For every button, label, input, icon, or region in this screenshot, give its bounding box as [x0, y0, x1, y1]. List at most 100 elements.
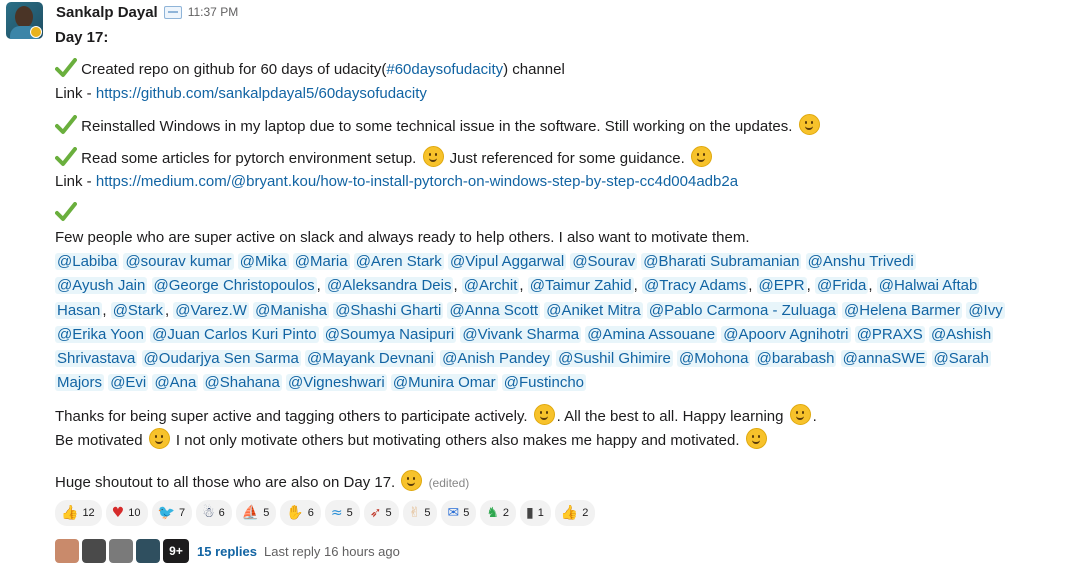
more-repliers-badge[interactable]: 9+ [163, 539, 189, 563]
message-timestamp[interactable]: 11:37 PM [188, 5, 238, 19]
link-label: Link - [55, 85, 96, 102]
user-mention[interactable]: @Soumya Nasipuri [322, 325, 457, 343]
comma-separator: , [102, 301, 107, 319]
user-mention[interactable]: @Vivank Sharma [460, 325, 582, 343]
user-mention[interactable]: @Fustincho [501, 374, 587, 392]
motivated-line: Be motivated I not only motivate others … [55, 427, 1070, 452]
user-mention[interactable]: @Evi [108, 374, 149, 392]
user-mention[interactable]: @Helena Barmer [842, 301, 963, 319]
user-mention[interactable]: @Amina Assouane [585, 325, 718, 343]
user-mention[interactable]: @Mayank Devnani [305, 350, 436, 368]
user-mention[interactable]: @Aleksandra Deis [325, 277, 454, 295]
user-mention[interactable]: @Pablo Carmona - Zuluaga [646, 301, 838, 319]
user-mention[interactable]: @Stark [110, 301, 165, 319]
user-mention[interactable]: @Varez.W [173, 301, 249, 319]
user-mention[interactable]: @Munira Omar [390, 374, 498, 392]
reaction-pill[interactable]: 👍 2 [554, 500, 596, 526]
author-avatar[interactable] [6, 2, 43, 39]
mention-line: @Erika Yoon @Juan Carlos Kuri Pinto @Sou… [55, 323, 1070, 347]
user-mention[interactable]: Hasan [55, 301, 103, 319]
user-mention[interactable]: Majors [55, 374, 105, 392]
user-mention[interactable]: @Vipul Aggarwal [447, 253, 567, 270]
status-emoji-icon[interactable] [163, 5, 182, 19]
dancing-figure-icon: ☃ [202, 505, 215, 521]
replier-avatar[interactable] [82, 539, 106, 563]
user-mention[interactable]: @Mohona [677, 350, 751, 368]
comma-separator: , [748, 277, 753, 295]
replier-avatar[interactable] [136, 539, 160, 563]
github-link[interactable]: https://github.com/sankalpdayal5/60dayso… [96, 85, 427, 102]
user-mention[interactable]: @Tracy Adams [642, 277, 749, 295]
mention-line: Hasan, @Stark, @Varez.W @Manisha @Shashi… [55, 299, 1070, 323]
user-mention[interactable]: @Oudarjya Sen Sarma [141, 350, 301, 368]
user-mention[interactable]: @Manisha [253, 301, 330, 319]
item-2: Reinstalled Windows in my laptop due to … [55, 114, 1070, 138]
user-mention[interactable]: @Sourav [570, 253, 638, 270]
user-mention[interactable]: @Bharati Subramanian [641, 253, 802, 270]
reaction-pill[interactable]: 🐦 7 [151, 500, 193, 526]
user-mention[interactable]: Shrivastava [55, 350, 138, 368]
reaction-pill[interactable]: ♞ 2 [480, 500, 516, 526]
reaction-pill[interactable]: ▮ 1 [520, 500, 551, 526]
user-mention[interactable]: @sourav kumar [123, 253, 234, 270]
user-mention[interactable]: @Shahana [202, 374, 282, 392]
user-mention[interactable]: @Ana [152, 374, 199, 392]
user-mention[interactable]: @EPR [756, 277, 807, 295]
replies-count-link[interactable]: 15 replies [197, 544, 257, 559]
reaction-pill[interactable]: ✉ 5 [441, 500, 477, 526]
reaction-pill[interactable]: ☃ 6 [196, 500, 232, 526]
message: Sankalp Dayal 11:37 PM Day 17: Created r… [0, 0, 1078, 574]
replier-avatar[interactable] [109, 539, 133, 563]
user-mention[interactable]: @Ayush Jain [55, 277, 148, 295]
user-mention[interactable]: @Sushil Ghimire [556, 350, 673, 368]
user-mention[interactable]: @annaSWE [840, 350, 928, 368]
user-mention[interactable]: @Archit [461, 277, 520, 295]
check-mark-icon [55, 115, 77, 134]
user-mention[interactable]: @Taimur Zahid [527, 277, 634, 295]
user-mention[interactable]: @Vigneshwari [286, 374, 387, 392]
reaction-pill[interactable]: ♥ 10 [105, 500, 148, 526]
user-mention[interactable]: @Labiba [55, 253, 120, 270]
user-mention[interactable]: @Mika [237, 253, 289, 270]
user-mention[interactable]: @Juan Carlos Kuri Pinto [150, 325, 319, 343]
author-name[interactable]: Sankalp Dayal [56, 4, 158, 21]
comma-separator: , [633, 277, 638, 295]
user-mention[interactable]: @PRAXS [854, 325, 925, 343]
user-mention[interactable]: @Maria [292, 253, 350, 270]
user-mention[interactable]: @Halwai Aftab [876, 277, 980, 295]
reaction-pill[interactable]: ⛵ 5 [235, 500, 277, 526]
user-mention[interactable]: @barabash [754, 350, 837, 368]
thank-you-icon: ✉ [447, 505, 460, 521]
user-mention[interactable]: @George Christopoulos [151, 277, 317, 295]
reaction-pill[interactable]: ≈5 [324, 500, 360, 526]
user-mention[interactable]: @Sarah [931, 350, 991, 368]
user-mention[interactable]: @Shashi Gharti [333, 301, 444, 319]
reply-avatars [55, 539, 163, 563]
user-mention[interactable]: @Apoorv Agnihotri [721, 325, 851, 343]
medium-link[interactable]: https://medium.com/@bryant.kou/how-to-in… [96, 173, 738, 190]
user-mention[interactable]: @Anish Pandey [440, 350, 552, 368]
thread-summary[interactable]: 9+ 15 replies Last reply 16 hours ago [55, 538, 400, 564]
slightly-smiling-face-icon [533, 403, 555, 425]
heart-icon: ♥ [111, 505, 125, 521]
reaction-pill[interactable]: ➶ 5 [363, 500, 399, 526]
raised-hands-icon: ✋ [286, 505, 304, 521]
user-mention[interactable]: @Aren Stark [353, 253, 444, 270]
replier-avatar[interactable] [55, 539, 79, 563]
user-mention[interactable]: @Ashish [928, 325, 994, 343]
user-mention[interactable]: @Frida [814, 277, 869, 295]
reaction-pill[interactable]: ✋ 6 [280, 500, 321, 526]
user-mention[interactable]: @Anna Scott [447, 301, 541, 319]
thanks-text-b: . All the best to all. Happy learning [556, 407, 788, 425]
link-line-2: Link - https://medium.com/@bryant.kou/ho… [55, 170, 1070, 194]
user-mention[interactable]: @Ivy [966, 301, 1005, 319]
hashtag-link[interactable]: #60daysofudacity [386, 61, 503, 78]
avatar-face [15, 6, 33, 28]
reaction-pill[interactable]: 👍 12 [55, 500, 102, 526]
reaction-pill[interactable]: ✌ 5 [402, 500, 438, 526]
check-mark-icon [55, 147, 77, 166]
thanks-text-a: Thanks for being super active and taggin… [55, 407, 532, 425]
user-mention[interactable]: @Anshu Trivedi [805, 253, 916, 270]
user-mention[interactable]: @Erika Yoon [55, 325, 146, 343]
user-mention[interactable]: @Aniket Mitra [544, 301, 643, 319]
